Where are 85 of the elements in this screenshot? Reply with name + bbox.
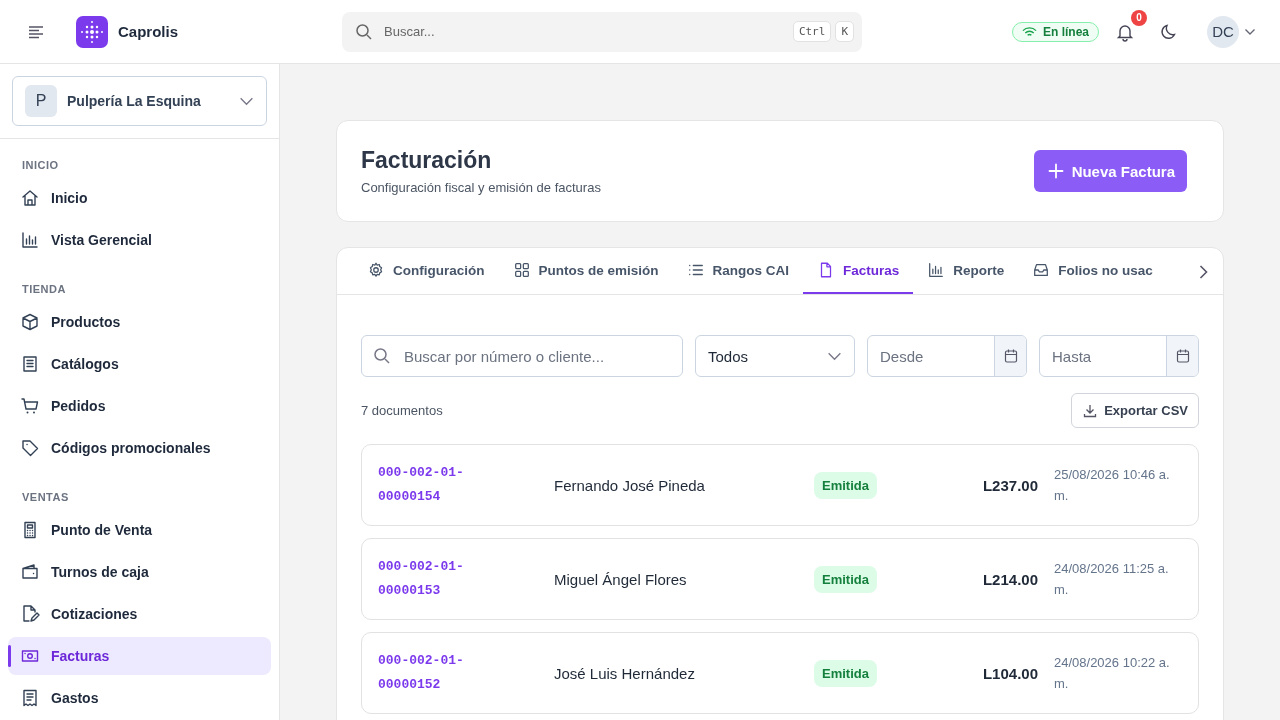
- sidebar-item[interactable]: Punto de Venta: [8, 511, 271, 549]
- chevron-down-icon[interactable]: [827, 351, 842, 361]
- tab[interactable]: Facturas: [803, 248, 914, 294]
- section-heading: INICIO: [21, 158, 60, 173]
- status-badge: Emitida: [814, 659, 877, 687]
- date-input[interactable]: Desde: [868, 336, 994, 376]
- document-count: 7 documentos: [361, 403, 443, 418]
- search-icon: [354, 21, 374, 42]
- invoice-number: 000-002-01-00000153: [378, 558, 465, 600]
- invoice-card[interactable]: 000-002-01-00000153 Miguel Ángel Flores Emitida L214.00 24/08/2026 11:25 a. m.: [361, 538, 1199, 620]
- file-edit-icon: [20, 604, 40, 624]
- sidebar-item[interactable]: Productos: [8, 303, 271, 341]
- search-field[interactable]: Buscar... Ctrl K: [342, 11, 862, 52]
- box-icon: [20, 312, 40, 332]
- page-title: Facturación: [361, 147, 493, 174]
- tab[interactable]: Configuración: [353, 248, 499, 294]
- tab[interactable]: Folios no usac: [1018, 248, 1157, 294]
- sidebar-item[interactable]: Vista Gerencial: [8, 221, 271, 259]
- receipt-icon: [20, 688, 40, 708]
- key-hint: Ctrl: [792, 21, 832, 42]
- home-icon: [20, 188, 40, 208]
- sidebar-item[interactable]: Facturas: [8, 637, 271, 675]
- invoice-card[interactable]: 000-002-01-00000152 José Luis Hernández Emitida L104.00 24/08/2026 10:22 a. m.: [361, 632, 1199, 714]
- app-name: Caprolis: [118, 23, 178, 40]
- logo-icon: [76, 15, 108, 48]
- key-hint: K: [835, 21, 854, 42]
- status-label: En línea: [1043, 24, 1089, 39]
- invoice-amount: L237.00: [981, 476, 1039, 494]
- store-selector[interactable]: P Pulpería La Esquina: [12, 76, 267, 126]
- notification-count: 0: [1131, 9, 1147, 26]
- status-badge: Emitida: [814, 565, 877, 593]
- page-subtitle: Configuración fiscal y emisión de facturas: [361, 180, 602, 195]
- download-icon: [1082, 402, 1099, 419]
- tag-icon: [20, 438, 40, 458]
- user-avatar[interactable]: DC: [1207, 15, 1239, 48]
- invoice-date: 24/08/2026 10:22 a. m.: [1054, 654, 1171, 693]
- chevron-down-icon[interactable]: [1244, 27, 1256, 36]
- gear-icon: [367, 261, 385, 279]
- tab[interactable]: Puntos de emisión: [498, 248, 673, 294]
- bar-chart-icon: [20, 230, 40, 250]
- section-heading: VENTAS: [21, 490, 70, 505]
- dropdown-value: Todos: [708, 347, 749, 365]
- sidebar-item[interactable]: Pedidos: [8, 387, 271, 425]
- bar-chart-icon: [927, 261, 946, 279]
- sidebar-item[interactable]: Códigos promocionales: [8, 429, 271, 467]
- store-initial: P: [25, 85, 57, 117]
- search-input[interactable]: Buscar...: [382, 23, 785, 40]
- sidebar-item[interactable]: Cotizaciones: [8, 595, 271, 633]
- invoice-number: 000-002-01-00000154: [378, 464, 465, 506]
- new-invoice-button[interactable]: Nueva Factura: [1033, 150, 1187, 192]
- date-input[interactable]: Hasta: [1040, 336, 1166, 376]
- inbox-icon: [1032, 261, 1051, 279]
- wallet-icon: [20, 562, 40, 582]
- sidebar-item[interactable]: Catálogos: [8, 345, 271, 383]
- search-input[interactable]: Buscar por número o cliente...: [402, 346, 672, 366]
- cart-icon: [20, 396, 40, 416]
- search-icon: [372, 346, 392, 366]
- invoice-number: 000-002-01-00000152: [378, 652, 465, 694]
- invoice-card[interactable]: 000-002-01-00000154 Fernando José Pineda Emitida L237.00 25/08/2026 10:46 a. m.: [361, 444, 1199, 526]
- tab[interactable]: Reporte: [913, 248, 1019, 294]
- invoice-amount: L214.00: [981, 570, 1039, 588]
- status-dropdown[interactable]: Todos: [695, 335, 855, 377]
- section-heading: TIENDA: [21, 282, 67, 297]
- sidebar-item[interactable]: Inicio: [8, 179, 271, 217]
- customer-name: Miguel Ángel Flores: [554, 570, 688, 588]
- export-csv-button[interactable]: Exportar CSV: [1071, 393, 1199, 428]
- customer-name: Fernando José Pineda: [554, 476, 706, 494]
- sidebar-item[interactable]: Turnos de caja: [8, 553, 271, 591]
- status-badge: Emitida: [814, 471, 877, 499]
- tab[interactable]: Rangos CAI: [672, 248, 804, 294]
- invoice-search-field[interactable]: Buscar por número o cliente...: [361, 335, 683, 377]
- from-date-field[interactable]: Desde: [867, 335, 1027, 377]
- to-date-field[interactable]: Hasta: [1039, 335, 1199, 377]
- customer-name: José Luis Hernández: [554, 664, 696, 682]
- invoice-amount: L104.00: [981, 664, 1039, 682]
- invoice-date: 24/08/2026 11:25 a. m.: [1054, 560, 1170, 599]
- invoice-date: 25/08/2026 10:46 a. m.: [1054, 466, 1171, 505]
- calendar-icon[interactable]: [1174, 348, 1191, 364]
- chevron-down-icon[interactable]: [239, 96, 254, 106]
- sidebar-item[interactable]: Gastos: [8, 679, 271, 717]
- grid-icon: [512, 261, 531, 279]
- store-name: Pulpería La Esquina: [67, 93, 202, 109]
- wifi-icon: [1022, 25, 1037, 38]
- calendar-icon[interactable]: [1002, 348, 1019, 364]
- book-icon: [20, 354, 40, 374]
